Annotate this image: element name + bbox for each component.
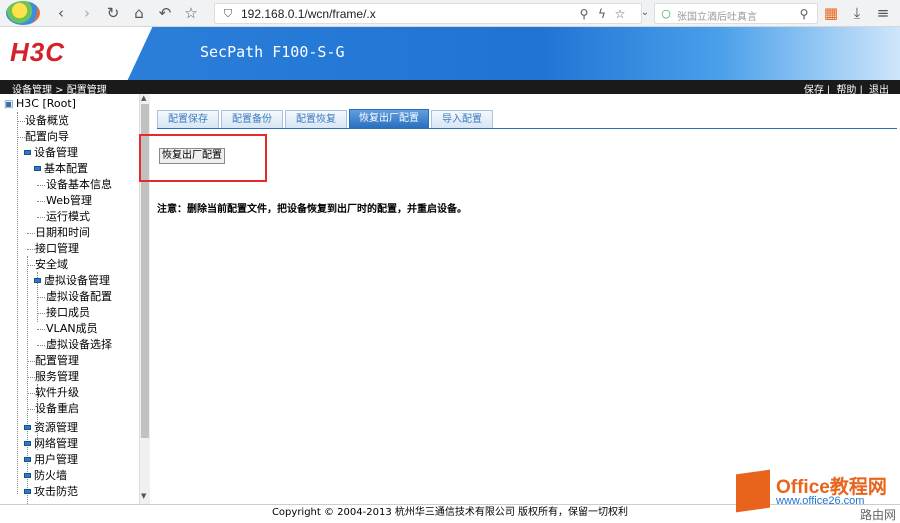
scroll-down-icon[interactable]: ▼ [141,492,146,500]
folder-closed-icon [24,473,31,478]
sidebar-item-label: 虚拟设备选择 [46,338,112,351]
brand-logo: H3C [10,37,66,67]
tree-branch [37,329,45,330]
scroll-up-icon[interactable]: ▲ [141,94,146,102]
sidebar-item-label: 虚拟设备管理 [44,274,110,287]
tree-branch [17,137,25,138]
apps-icon[interactable]: ▦ [822,4,840,22]
factory-reset-button[interactable]: 恢复出厂配置 [159,148,225,164]
reset-note: 注意：删除当前配置文件，把设备恢复到出厂时的配置，并重启设备。 [157,204,467,215]
tree-branch [27,233,35,234]
tree-line [17,112,18,494]
sidebar-item-label: 用户管理 [34,453,78,466]
tree-branch [27,265,35,266]
folder-closed-icon [24,425,31,430]
device-icon: ▣ [4,99,14,110]
sidebar-item-label: 配置向导 [25,130,69,143]
tree-branch [27,393,35,394]
sidebar-item-label: 服务管理 [35,370,79,383]
folder-closed-icon [24,489,31,494]
banner-divider [87,27,153,80]
tree-branch [17,121,25,122]
sidebar-item-label: 资源管理 [34,421,78,434]
address-url[interactable]: 192.168.0.1/wcn/frame/.x [241,7,376,21]
sidebar-item-label: 基本配置 [44,162,88,175]
browser-logo-icon[interactable] [6,1,40,25]
sidebar: ▣ H3C [Root] 设备概览 配置向导 设备管理 基本配置 设备基本信息 [0,94,150,504]
tree-branch [27,249,35,250]
tree-branch [37,313,45,314]
sidebar-item-label: 软件升级 [35,386,79,399]
top-nav-strip: 设备管理 > 配置管理 保存 | 帮助 | 退出 [0,80,900,96]
header-banner: H3C SecPath F100-S-G [0,27,900,80]
tree-branch [27,377,35,378]
tab-config-save[interactable]: 配置保存 [157,110,219,128]
dropdown-icon[interactable]: ⌄ [636,4,654,22]
tab-underline [157,128,897,129]
office-logo-icon [736,469,770,513]
sidebar-item-label: 设备重启 [35,402,79,415]
tree-branch [27,409,35,410]
search-box[interactable]: ○ 张国立酒后吐真言 ⚲ [654,3,818,24]
tree-branch [37,201,45,202]
tree-root-label: H3C [Root] [16,97,76,110]
download-icon[interactable]: ⤓ [848,4,866,22]
sidebar-item-label: 攻击防范 [34,485,78,498]
folder-open-icon [34,166,41,171]
undo-icon[interactable]: ↶ [156,4,174,22]
sidebar-item-label: 防火墙 [34,469,67,482]
star-icon[interactable]: ☆ [182,4,200,22]
shield-icon: ⛉ [223,7,233,20]
sidebar-item-label: 设备管理 [34,146,78,159]
sidebar-item-label: VLAN成员 [46,322,98,335]
watermark: Office教程网 www.office26.com 路由网 [736,466,900,522]
folder-closed-icon [24,441,31,446]
back-icon[interactable]: ‹ [52,4,70,22]
browser-toolbar: ‹ › ↻ ⌂ ↶ ☆ ⛉ 192.168.0.1/wcn/frame/.x ⚲… [0,0,900,27]
device-model: SecPath F100-S-G [200,43,345,61]
sidebar-item-label: 运行模式 [46,210,90,223]
folder-open-icon [24,150,31,155]
reload-icon[interactable]: ↻ [104,4,122,22]
menu-icon[interactable]: ≡ [874,4,892,22]
sidebar-item-label: 设备基本信息 [46,178,112,191]
address-bar[interactable]: ⛉ 192.168.0.1/wcn/frame/.x ⚲ ϟ ☆ [214,3,642,24]
watermark-url: www.office26.com [776,495,865,507]
main-panel: 配置保存 配置备份 配置恢复 恢复出厂配置 导入配置 恢复出厂配置 注意：删除当… [139,94,900,504]
sidebar-item-label: Web管理 [46,194,92,207]
tab-import-config[interactable]: 导入配置 [431,110,493,128]
tab-factory-reset[interactable]: 恢复出厂配置 [349,109,429,128]
sidebar-item-label: 配置管理 [35,354,79,367]
tab-config-restore[interactable]: 配置恢复 [285,110,347,128]
search-placeholder[interactable]: 张国立酒后吐真言 [677,8,757,23]
zoom-icon[interactable]: ⚲ [575,5,593,23]
sidebar-item-label: 日期和时间 [35,226,90,239]
search-icon[interactable]: ⚲ [795,5,813,23]
search-engine-icon: ○ [661,7,671,20]
sidebar-item-label: 虚拟设备配置 [46,290,112,303]
tab-config-backup[interactable]: 配置备份 [221,110,283,128]
tree-branch [37,297,45,298]
watermark-sub: 路由网 [860,508,897,522]
tree-branch [37,185,45,186]
tree-branch [27,361,35,362]
sidebar-item-label: 设备概览 [25,114,69,127]
bolt-icon[interactable]: ϟ [593,5,611,23]
tree-branch [37,217,45,218]
favorite-icon[interactable]: ☆ [611,5,629,23]
sidebar-item-label: 接口成员 [46,306,90,319]
sidebar-item-label: 安全域 [35,258,68,271]
sidebar-item-label: 接口管理 [35,242,79,255]
folder-open-icon [34,278,41,283]
tree-branch [37,345,45,346]
tree-line [27,256,28,504]
home-icon[interactable]: ⌂ [130,4,148,22]
sidebar-item-label: 网络管理 [34,437,78,450]
nav-tree: ▣ H3C [Root] 设备概览 配置向导 设备管理 基本配置 设备基本信息 [0,94,139,504]
folder-closed-icon [24,457,31,462]
forward-icon[interactable]: › [78,4,96,22]
